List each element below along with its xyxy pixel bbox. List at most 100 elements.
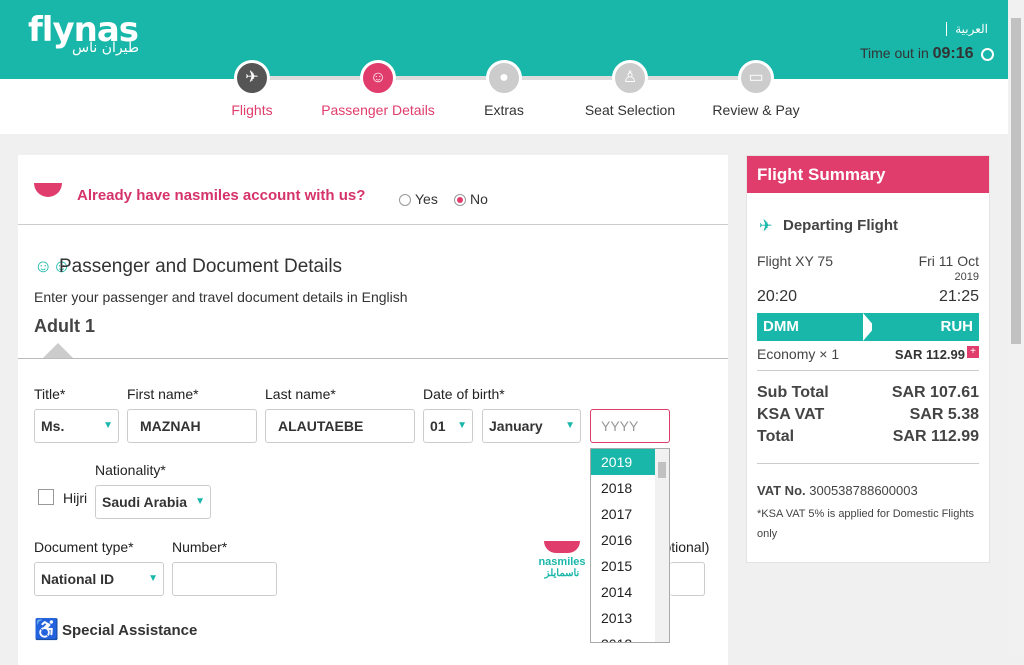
nasmiles-logo: nasmiles ناسمايلز [536,541,588,589]
first-name-input[interactable]: MAZNAH [127,409,257,443]
passengers-icon: ☺ [360,60,396,96]
chevron-down-icon: ▼ [195,496,205,507]
step-label: Seat Selection [584,102,676,118]
nasmiles-yes-option[interactable]: Yes [399,191,438,207]
step-seat-selection: ♙ Seat Selection [560,60,700,118]
nationality-label: Nationality* [95,462,166,478]
meal-icon: ● [486,60,522,96]
subtotal-value: SAR 107.61 [891,384,979,401]
nationality-value: Saudi Arabia [102,494,188,510]
accessibility-icon: ♿ [34,619,59,641]
chevron-down-icon: ▼ [457,420,467,431]
vat-label: KSA VAT [757,406,825,423]
plane-icon: ✈ [759,218,773,235]
title-value: Ms. [41,418,65,434]
nasmiles-logo-text: nasmiles [538,556,586,568]
year-dropdown[interactable]: 2019 2018 2017 2016 2015 2014 2013 2012 [590,448,670,643]
fare-price: SAR 112.99 [894,347,965,362]
departing-flight-title: Departing Flight [783,217,898,234]
vat-number-label: VAT No. [757,483,806,498]
flight-number: Flight XY 75 [757,253,834,269]
step-label: Passenger Details [321,102,435,118]
nasmiles-question: Already have nasmiles account with us? [77,187,366,204]
flight-summary-panel: Flight Summary ✈ Departing Flight Flight… [746,155,990,563]
nasmiles-mark [544,541,580,553]
nasmiles-logo-arabic: ناسمايلز [544,568,580,579]
page-scroll-thumb[interactable] [1011,18,1021,344]
nationality-select[interactable]: Saudi Arabia ▼ [95,485,211,519]
tab-pointer [42,343,74,359]
title-select[interactable]: Ms. ▼ [34,409,119,443]
expand-icon[interactable]: + [967,346,979,358]
vat-number-value: 300538788600003 [809,483,918,498]
divider [18,358,728,359]
step-label: Flights [231,102,273,118]
no-radio[interactable] [454,194,466,207]
flight-date: Fri 11 Oct [918,253,979,269]
document-number-input[interactable] [172,562,277,596]
first-name-label: First name* [127,386,199,402]
route-arrow-inner [872,313,884,341]
origin-code: DMM [763,318,799,335]
language-switch[interactable]: العربية [946,22,988,36]
session-timeout: Time out in 09:16 [860,45,995,63]
flight-year: 2019 [954,271,979,283]
dropdown-scroll-thumb[interactable] [658,462,666,478]
divider [757,370,979,371]
plane-icon: ✈ [234,60,270,96]
title-label: Title* [34,386,66,402]
vat-number: VAT No. 300538788600003 [757,483,918,498]
no-label: No [470,191,488,207]
document-type-label: Document type* [34,539,134,555]
last-name-input[interactable]: ALAUTAEBE [265,409,415,443]
seat-icon: ♙ [612,60,648,96]
yes-radio[interactable] [399,194,411,207]
nasmiles-no-option[interactable]: No [454,191,488,207]
step-extras: ● Extras [434,60,574,118]
document-type-value: National ID [41,571,115,587]
departure-time: 20:20 [757,288,798,305]
total-label: Total [757,428,795,445]
step-label: Extras [484,102,524,118]
chevron-down-icon: ▼ [565,420,575,431]
nasmiles-icon [34,183,62,197]
adult-tab[interactable]: Adult 1 [34,316,95,337]
nasmiles-number-input[interactable] [670,562,705,596]
timeout-label: Time out in [860,45,929,61]
step-passenger-details[interactable]: ☺ Passenger Details [308,60,448,118]
vat-note: *KSA VAT 5% is applied for Domestic Flig… [757,508,975,540]
document-type-select[interactable]: National ID ▼ [34,562,164,596]
dob-year-input[interactable]: YYYY [590,409,670,443]
refresh-icon[interactable] [981,47,995,61]
dropdown-scrollbar[interactable] [655,449,669,642]
last-name-label: Last name* [265,386,336,402]
summary-title: Flight Summary [747,156,989,193]
divider [757,463,979,464]
chevron-down-icon: ▼ [103,420,113,431]
dob-month-select[interactable]: January ▼ [482,409,581,443]
total-value: SAR 112.99 [892,428,979,445]
number-label: Number* [172,539,228,555]
vat-value: SAR 5.38 [909,406,979,423]
hijri-label: Hijri [63,490,88,506]
day-value: 01 [430,418,446,434]
arrival-time: 21:25 [938,288,979,305]
step-label: Review & Pay [712,102,800,118]
month-value: January [489,418,543,434]
chevron-down-icon: ▼ [148,573,158,584]
hijri-checkbox[interactable] [38,489,54,505]
subtotal-label: Sub Total [757,384,829,401]
special-assistance-title: Special Assistance [62,622,198,639]
fare-class: Economy × 1 [757,346,840,362]
route-bar: DMM RUH [757,313,979,341]
section-subtitle: Enter your passenger and travel document… [34,289,408,305]
destination-code: RUH [940,318,974,335]
dob-day-select[interactable]: 01 ▼ [423,409,473,443]
step-flights[interactable]: ✈ Flights [182,60,322,118]
section-title: Passenger and Document Details [59,256,343,277]
page-scrollbar[interactable] [1008,0,1024,656]
yes-label: Yes [415,191,438,207]
timeout-value: 09:16 [932,45,974,62]
dob-label: Date of birth* [423,386,505,402]
step-review-pay: ▭ Review & Pay [686,60,826,118]
